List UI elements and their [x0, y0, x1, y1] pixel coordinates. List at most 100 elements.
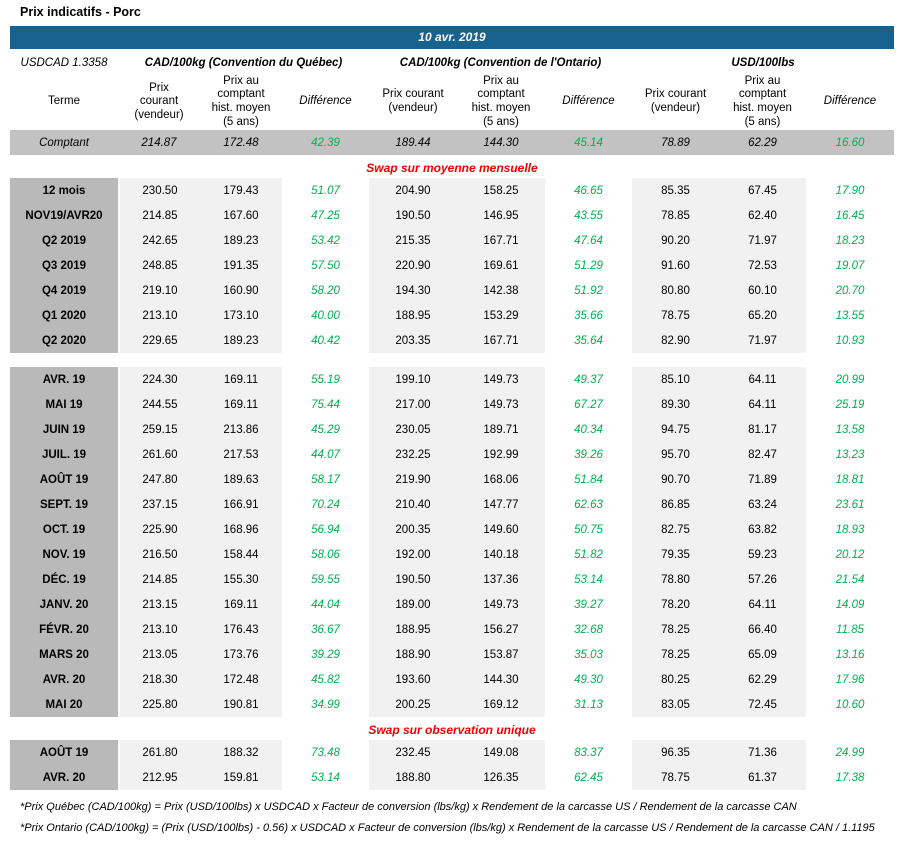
term-cell: Q2 2020: [10, 328, 118, 353]
price-cell: 213.10: [118, 303, 200, 328]
difference-cell: 75.44: [282, 392, 369, 417]
price-cell: 193.60: [369, 667, 457, 692]
group-header-row: USDCAD 1.3358 CAD/100kg (Convention du Q…: [10, 52, 894, 74]
table-row: MARS 20213.05173.7639.29188.90153.8735.0…: [10, 642, 894, 667]
price-cell: 72.53: [719, 253, 806, 278]
difference-cell: 44.07: [282, 442, 369, 467]
term-cell: Q2 2019: [10, 228, 118, 253]
usdcad-rate: USDCAD 1.3358: [10, 52, 118, 74]
price-cell: 213.10: [118, 617, 200, 642]
price-cell: 242.65: [118, 228, 200, 253]
price-cell: 78.25: [632, 642, 719, 667]
price-cell: 95.70: [632, 442, 719, 467]
difference-cell: 20.12: [806, 542, 894, 567]
price-cell: 90.20: [632, 228, 719, 253]
price-cell: 189.63: [200, 467, 282, 492]
price-cell: 167.60: [200, 203, 282, 228]
date-banner: 10 avr. 2019: [10, 26, 894, 49]
price-cell: 78.25: [632, 617, 719, 642]
difference-cell: 58.06: [282, 542, 369, 567]
group-header-ontario: CAD/100kg (Convention de l'Ontario): [369, 52, 632, 74]
difference-cell: 43.55: [545, 203, 632, 228]
difference-cell: 21.54: [806, 567, 894, 592]
table-row: MAI 19244.55169.1175.44217.00149.7367.27…: [10, 392, 894, 417]
table-row: JUIN 19259.15213.8645.29230.05189.7140.3…: [10, 417, 894, 442]
table-row: FÉVR. 20213.10176.4336.67188.95156.2732.…: [10, 617, 894, 642]
difference-cell: 39.29: [282, 642, 369, 667]
term-cell: MAI 19: [10, 392, 118, 417]
price-cell: 218.30: [118, 667, 200, 692]
difference-cell: 35.64: [545, 328, 632, 353]
difference-cell: 35.03: [545, 642, 632, 667]
price-cell: 225.90: [118, 517, 200, 542]
price-cell: 149.08: [457, 740, 545, 765]
col-header-prix-courant-qc: Prix courant (vendeur): [118, 74, 200, 130]
price-cell: 149.73: [457, 367, 545, 392]
table-body: Comptant214.87172.4842.39189.44144.3045.…: [10, 130, 894, 790]
price-cell: 91.60: [632, 253, 719, 278]
price-cell: 66.40: [719, 617, 806, 642]
price-cell: 62.29: [719, 130, 806, 155]
price-cell: 149.73: [457, 592, 545, 617]
price-cell: 81.17: [719, 417, 806, 442]
price-cell: 172.48: [200, 667, 282, 692]
footnote-quebec: *Prix Québec (CAD/100kg) = Prix (USD/100…: [20, 797, 894, 818]
term-cell: AVR. 20: [10, 667, 118, 692]
price-cell: 64.11: [719, 367, 806, 392]
difference-cell: 20.70: [806, 278, 894, 303]
price-cell: 215.35: [369, 228, 457, 253]
price-cell: 67.45: [719, 178, 806, 203]
price-cell: 169.11: [200, 367, 282, 392]
price-cell: 230.05: [369, 417, 457, 442]
difference-cell: 56.94: [282, 517, 369, 542]
difference-cell: 51.82: [545, 542, 632, 567]
price-cell: 137.36: [457, 567, 545, 592]
price-cell: 80.80: [632, 278, 719, 303]
price-cell: 144.30: [457, 130, 545, 155]
price-cell: 94.75: [632, 417, 719, 442]
difference-cell: 13.55: [806, 303, 894, 328]
term-cell: 12 mois: [10, 178, 118, 203]
term-cell: OCT. 19: [10, 517, 118, 542]
price-cell: 191.35: [200, 253, 282, 278]
price-cell: 158.25: [457, 178, 545, 203]
price-cell: 179.43: [200, 178, 282, 203]
footnotes: *Prix Québec (CAD/100kg) = Prix (USD/100…: [20, 797, 894, 839]
difference-cell: 40.34: [545, 417, 632, 442]
price-cell: 167.71: [457, 328, 545, 353]
table-row: AVR. 20212.95159.8153.14188.80126.3562.4…: [10, 765, 894, 790]
price-cell: 168.06: [457, 467, 545, 492]
price-cell: 230.50: [118, 178, 200, 203]
difference-cell: 11.85: [806, 617, 894, 642]
price-cell: 188.80: [369, 765, 457, 790]
price-cell: 61.37: [719, 765, 806, 790]
price-cell: 168.96: [200, 517, 282, 542]
price-cell: 167.71: [457, 228, 545, 253]
price-cell: 57.26: [719, 567, 806, 592]
price-cell: 156.27: [457, 617, 545, 642]
price-cell: 212.95: [118, 765, 200, 790]
price-cell: 65.09: [719, 642, 806, 667]
term-cell: AVR. 19: [10, 367, 118, 392]
difference-cell: 67.27: [545, 392, 632, 417]
difference-cell: 16.60: [806, 130, 894, 155]
difference-cell: 45.14: [545, 130, 632, 155]
term-cell: AOÛT 19: [10, 467, 118, 492]
price-cell: 261.60: [118, 442, 200, 467]
table-row: Q2 2019242.65189.2353.42215.35167.7147.6…: [10, 228, 894, 253]
difference-cell: 39.26: [545, 442, 632, 467]
price-cell: 216.50: [118, 542, 200, 567]
difference-cell: 83.37: [545, 740, 632, 765]
price-cell: 64.11: [719, 592, 806, 617]
col-header-prix-comptant-us: Prix au comptant hist. moyen (5 ans): [719, 74, 806, 130]
col-header-prix-comptant-qc: Prix au comptant hist. moyen (5 ans): [200, 74, 282, 130]
price-cell: 244.55: [118, 392, 200, 417]
difference-cell: 16.45: [806, 203, 894, 228]
term-cell: AVR. 20: [10, 765, 118, 790]
difference-cell: 36.67: [282, 617, 369, 642]
price-cell: 232.25: [369, 442, 457, 467]
table-row: MAI 20225.80190.8134.99200.25169.1231.13…: [10, 692, 894, 717]
price-cell: 96.35: [632, 740, 719, 765]
price-cell: 229.65: [118, 328, 200, 353]
difference-cell: 50.75: [545, 517, 632, 542]
